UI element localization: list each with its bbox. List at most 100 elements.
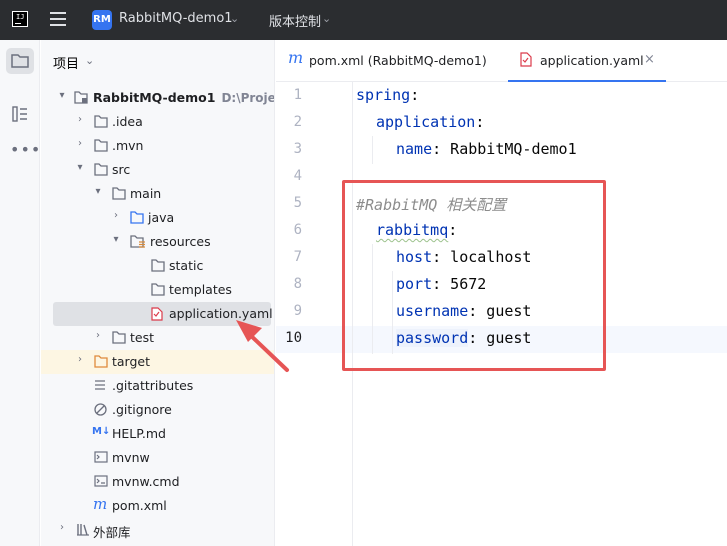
tree-item-label: .gitignore [112,402,172,417]
tree-item-external-libraries[interactable]: › 外部库 [41,518,274,542]
chevron-down-icon[interactable]: ▾ [75,162,85,173]
tree-item-label: HELP.md [112,426,166,441]
yaml-file-icon [520,52,532,67]
tree-item-project-root[interactable]: ▾ RabbitMQ-demo1D:\Project\t [41,86,275,110]
line-number: 4 [293,168,302,184]
code-line[interactable]: 3 name: RabbitMQ-demo1 [276,137,727,164]
tree-item-gitignore[interactable]: .gitignore [41,398,274,422]
tree-item-label: .mvn [112,138,144,153]
chevron-down-icon[interactable]: ▾ [93,186,103,197]
tree-item-test[interactable]: › test [41,326,274,350]
source-folder-icon [130,211,144,224]
tree-item-help-md[interactable]: M↓ HELP.md [41,422,274,446]
chevron-down-icon[interactable]: ⌄ [322,12,331,25]
excluded-folder-icon [94,355,108,368]
tree-item-src[interactable]: ▾ src [41,158,274,182]
chevron-down-icon[interactable]: ⌄ [85,54,94,67]
tree-item-label: test [130,330,155,345]
gitignore-file-icon [94,403,107,416]
chevron-right-icon[interactable]: › [93,330,103,341]
line-number: 6 [293,222,302,238]
library-icon [77,524,89,536]
vcs-menu[interactable]: 版本控制 [269,11,321,30]
tree-item-static[interactable]: static [41,254,274,278]
title-bar: IJ RM RabbitMQ-demo1 ⌄ 版本控制 ⌄ [0,0,727,40]
tree-item-label: main [130,186,162,201]
more-tools-icon[interactable]: ••• [10,140,41,159]
tree-item-label: 外部库 [93,525,131,540]
tree-item-label: java [148,210,175,225]
project-panel: 项目 ⌄ ▾ RabbitMQ-demo1D:\Project\t › .ide… [41,40,275,546]
resources-folder-icon [130,235,145,248]
tree-item-label: static [169,258,204,273]
chevron-right-icon[interactable]: › [75,138,85,149]
tree-item-templates[interactable]: templates [41,278,274,302]
line-number: 9 [293,303,302,319]
tree-item-label: resources [150,234,211,249]
tree-item-label: RabbitMQ-demo1D:\Project\t [93,90,275,105]
code-line[interactable]: 1 spring: [276,83,727,110]
tree-item-label: .idea [112,114,143,129]
tree-item-label: mvnw.cmd [112,474,180,489]
tree-item-label: target [112,354,151,369]
folder-icon [94,163,108,176]
tree-item-target[interactable]: › target [41,350,274,374]
project-tool-button[interactable] [6,48,34,74]
tool-window-strip: ••• [0,40,40,546]
tree-item-idea[interactable]: › .idea [41,110,274,134]
chevron-right-icon[interactable]: › [111,210,121,221]
tree-item-mvnw[interactable]: mvnw [41,446,274,470]
chevron-right-icon[interactable]: › [75,354,85,365]
tab-label: pom.xml (RabbitMQ-demo1) [309,53,487,68]
yaml-file-icon [151,307,163,321]
line-number: 8 [293,276,302,292]
project-badge[interactable]: RM [92,10,112,30]
tree-item-label: templates [169,282,232,297]
close-icon[interactable]: × [644,52,655,67]
folder-icon [151,283,165,296]
tree-item-label: mvnw [112,450,150,465]
editor-tabs: m pom.xml (RabbitMQ-demo1) application.y… [276,40,727,82]
tree-item-mvnw-cmd[interactable]: mvnw.cmd [41,470,274,494]
folder-icon [151,259,165,272]
tree-item-resources[interactable]: ▾ resources [41,230,274,254]
text-file-icon [95,380,105,390]
tree-item-mvn[interactable]: › .mvn [41,134,274,158]
tree-item-application-yaml[interactable]: application.yaml [53,302,273,326]
structure-tool-button[interactable] [6,100,34,126]
module-folder-icon [74,91,88,104]
tree-item-label: .gitattributes [112,378,194,393]
line-number: 10 [285,330,302,346]
structure-icon [12,106,27,122]
tree-item-java[interactable]: › java [41,206,274,230]
chevron-right-icon[interactable]: › [57,522,67,533]
tree-item-label: src [112,162,131,177]
folder-icon [112,187,126,200]
line-number: 7 [293,249,302,265]
markdown-file-icon: M↓ [92,426,111,437]
tree-item-label: pom.xml [112,498,167,513]
chevron-right-icon[interactable]: › [75,114,85,125]
project-panel-title[interactable]: 项目 [53,53,79,72]
main-menu-icon[interactable] [50,12,66,26]
chevron-down-icon[interactable]: ▾ [57,90,67,101]
tree-item-main[interactable]: ▾ main [41,182,274,206]
tab-pom-xml[interactable]: m pom.xml (RabbitMQ-demo1) [276,40,502,82]
line-number: 3 [293,141,302,157]
cmd-file-icon [94,475,108,487]
code-line[interactable]: 2 application: [276,110,727,137]
line-number: 1 [293,87,302,103]
tab-label: application.yaml [540,53,644,68]
annotation-highlight-box [342,180,606,371]
app-logo-icon[interactable]: IJ [12,11,28,27]
tree-item-pom-xml[interactable]: m pom.xml [41,494,274,518]
line-number: 5 [293,195,302,211]
project-switcher[interactable]: RabbitMQ-demo1 [119,11,233,26]
chevron-down-icon[interactable]: ▾ [111,234,121,245]
line-number: 2 [293,114,302,130]
chevron-down-icon[interactable]: ⌄ [230,12,239,25]
folder-icon [112,331,126,344]
tab-application-yaml[interactable]: application.yaml × [508,40,666,82]
tree-item-gitattributes[interactable]: .gitattributes [41,374,274,398]
tree-item-label: application.yaml [169,306,273,321]
